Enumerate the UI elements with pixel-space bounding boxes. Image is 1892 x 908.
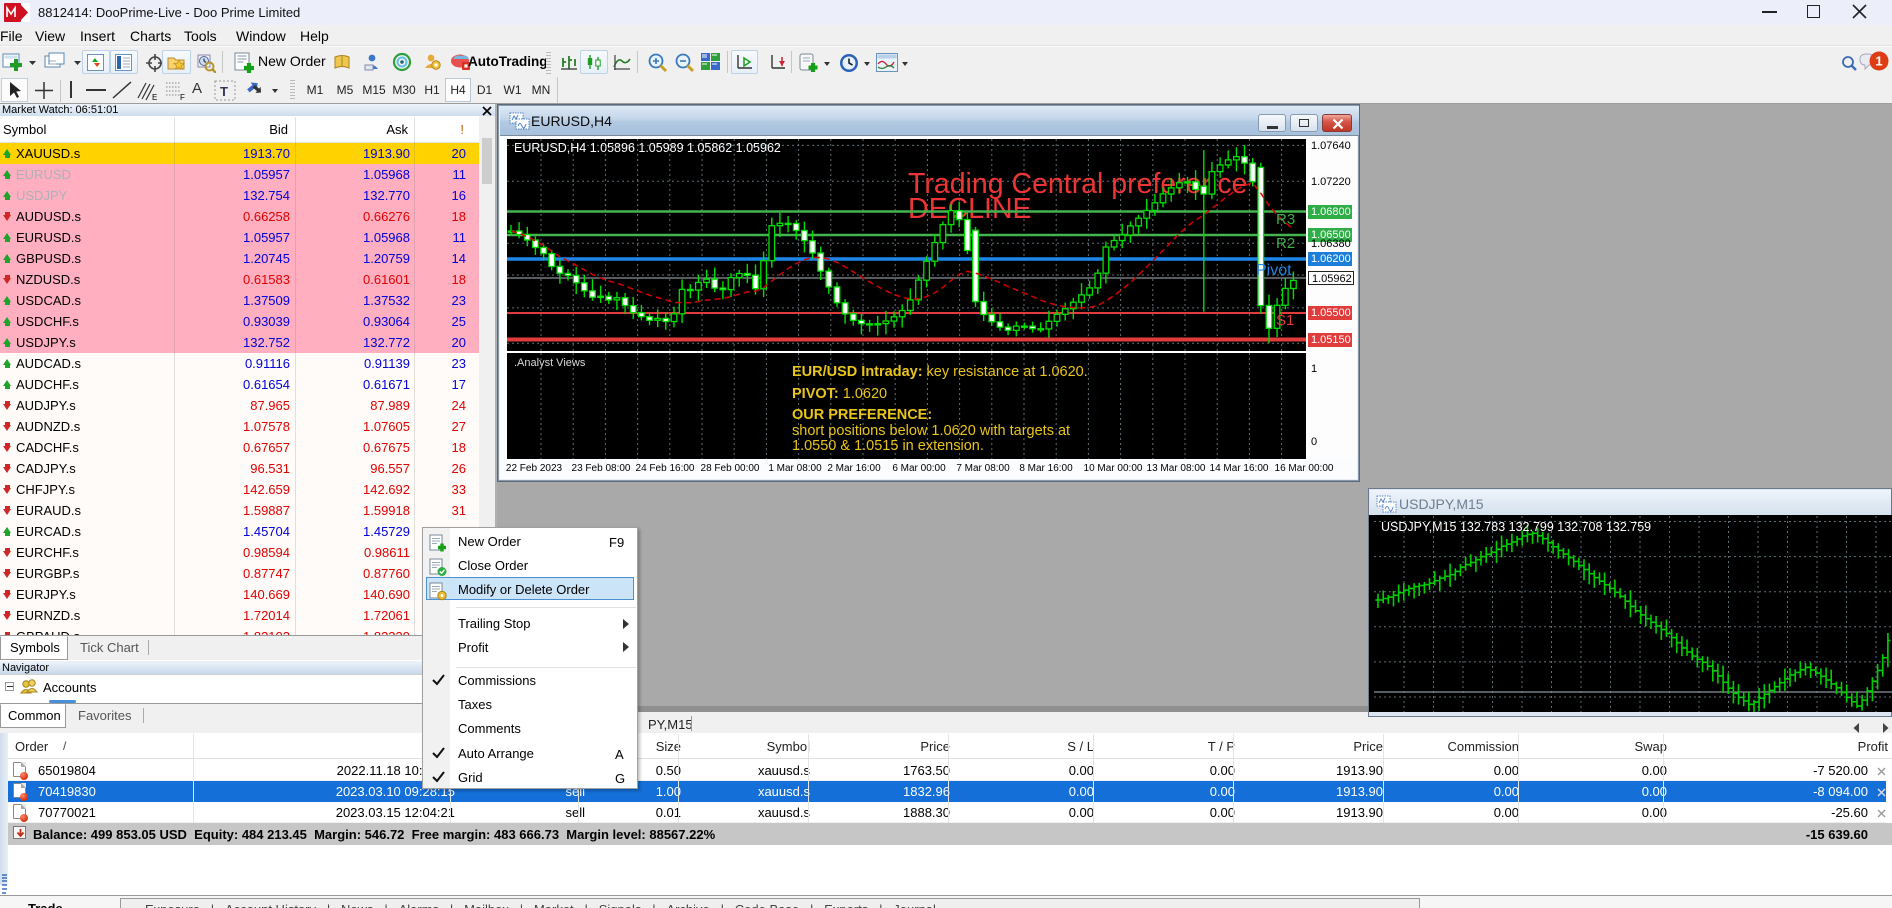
svg-text:1.0550 & 1.0515 in extension.: 1.0550 & 1.0515 in extension. xyxy=(792,438,984,454)
svg-text:.Analyst Views: .Analyst Views xyxy=(514,357,586,369)
svg-text:S1: S1 xyxy=(1276,312,1294,329)
svg-text:F: F xyxy=(180,93,185,101)
svg-text:EURUSD,H4 1.05896 1.05989 1.0: EURUSD,H4 1.05896 1.05989 1.05862 1.0596… xyxy=(514,141,781,155)
svg-text:EUR/USD Intraday: key resista: EUR/USD Intraday: key resistance at 1.06… xyxy=(792,364,1088,380)
svg-text:1: 1 xyxy=(1875,54,1882,69)
svg-text:R3: R3 xyxy=(1276,211,1295,228)
svg-text:Pivot: Pivot xyxy=(1256,262,1292,279)
svg-text:USDJPY,M15 132.783 132.799 13: USDJPY,M15 132.783 132.799 132.708 132.7… xyxy=(1381,520,1651,534)
svg-text:short positions below 1.0620 w: short positions below 1.0620 with target… xyxy=(792,423,1070,439)
svg-text:PIVOT: 1.0620: PIVOT: 1.0620 xyxy=(792,386,887,402)
svg-text:R2: R2 xyxy=(1276,235,1295,252)
svg-text:OUR PREFERENCE:: OUR PREFERENCE: xyxy=(792,407,932,423)
svg-text:T: T xyxy=(220,84,228,99)
svg-text:E: E xyxy=(152,93,157,101)
